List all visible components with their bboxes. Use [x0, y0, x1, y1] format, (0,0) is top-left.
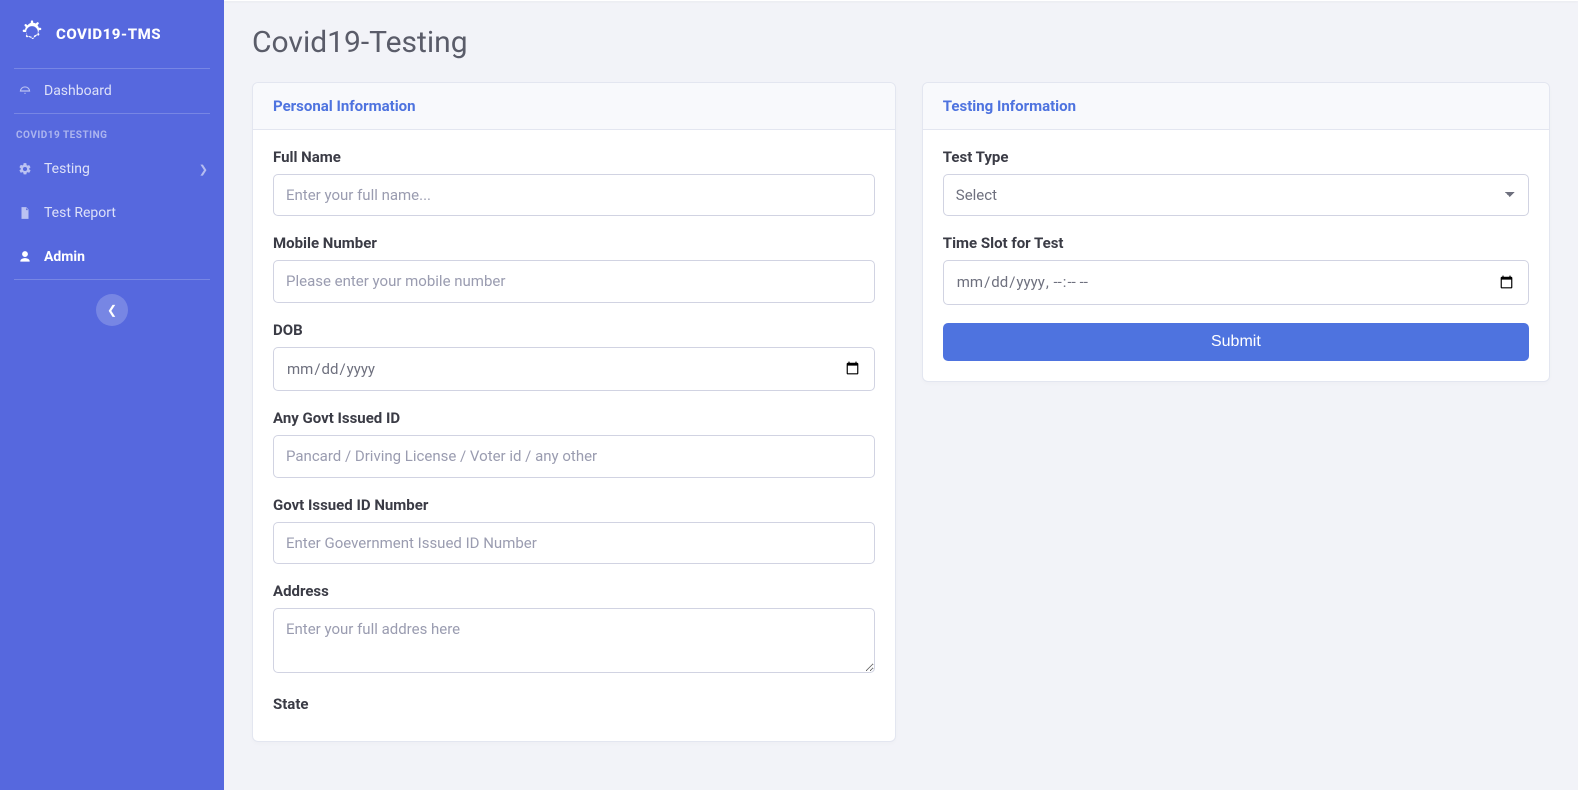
label-address: Address	[273, 582, 875, 600]
brand[interactable]: COVID19-TMS	[0, 0, 224, 68]
submit-button[interactable]: Submit	[943, 323, 1529, 361]
personal-info-card: Personal Information Full Name Mobile Nu…	[252, 82, 896, 743]
label-test-type: Test Type	[943, 148, 1529, 166]
card-header-testing: Testing Information	[923, 83, 1549, 130]
user-icon	[16, 250, 34, 264]
sidebar-toggle-wrap: ❮	[0, 280, 224, 340]
virus-icon	[18, 18, 56, 50]
test-type-select[interactable]: Select	[943, 174, 1529, 217]
sidebar-item-admin[interactable]: Admin	[0, 235, 224, 279]
sidebar-item-dashboard[interactable]: Dashboard	[0, 69, 224, 113]
brand-text: COVID19-TMS	[56, 25, 161, 43]
sidebar-section-heading: COVID19 TESTING	[0, 114, 224, 147]
sidebar: COVID19-TMS Dashboard COVID19 TESTING Te…	[0, 0, 224, 790]
time-slot-input[interactable]	[943, 260, 1529, 305]
page-content: Covid19-Testing Personal Information Ful…	[224, 1, 1578, 790]
label-state: State	[273, 695, 875, 713]
chevron-left-icon: ❮	[107, 303, 117, 317]
label-fullname: Full Name	[273, 148, 875, 166]
sidebar-item-label: Test Report	[44, 205, 116, 221]
sidebar-item-label: Testing	[44, 161, 90, 177]
label-time-slot: Time Slot for Test	[943, 234, 1529, 252]
govtid-input[interactable]	[273, 435, 875, 478]
label-dob: DOB	[273, 321, 875, 339]
address-textarea[interactable]	[273, 608, 875, 673]
sidebar-item-label: Admin	[44, 249, 85, 265]
gear-icon	[16, 162, 34, 176]
govtid-number-input[interactable]	[273, 522, 875, 565]
testing-info-card: Testing Information Test Type Select Tim…	[922, 82, 1550, 382]
page-title: Covid19-Testing	[252, 25, 1550, 60]
label-govtid: Any Govt Issued ID	[273, 409, 875, 427]
sidebar-item-testing[interactable]: Testing ❯	[0, 147, 224, 191]
dob-input[interactable]	[273, 347, 875, 392]
file-icon	[16, 206, 34, 220]
main: Covid19-Testing Personal Information Ful…	[224, 0, 1578, 790]
sidebar-collapse-button[interactable]: ❮	[96, 294, 128, 326]
card-header-personal: Personal Information	[253, 83, 895, 130]
label-mobile: Mobile Number	[273, 234, 875, 252]
mobile-input[interactable]	[273, 260, 875, 303]
dashboard-icon	[16, 84, 34, 98]
sidebar-item-test-report[interactable]: Test Report	[0, 191, 224, 235]
chevron-right-icon: ❯	[199, 163, 208, 176]
sidebar-item-label: Dashboard	[44, 83, 112, 99]
label-govtid-number: Govt Issued ID Number	[273, 496, 875, 514]
fullname-input[interactable]	[273, 174, 875, 217]
